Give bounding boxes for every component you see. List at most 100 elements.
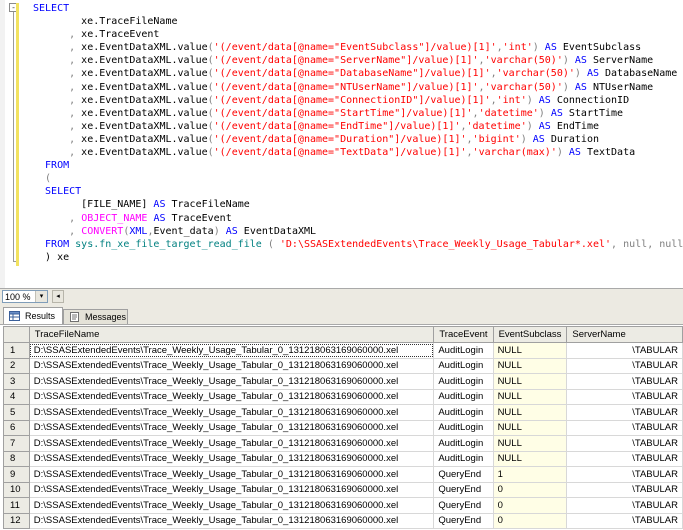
code-token: CONVERT <box>81 225 124 237</box>
cell-tracefilename[interactable]: D:\SSASExtendedEvents\Trace_Weekly_Usage… <box>28 481 435 498</box>
code-token: 'D:\SSASExtendedEvents\Trace_Weekly_Usag… <box>279 238 612 250</box>
tab-messages[interactable]: Messages <box>63 309 128 324</box>
column-header-eventsubclass[interactable]: EventSubclass <box>492 326 568 343</box>
code-line: , xe.EventDataXML.value('(/event/data[@n… <box>33 108 623 119</box>
code-token: xe.EventDataXML.value <box>75 68 208 80</box>
cell-tracefilename[interactable]: D:\SSASExtendedEvents\Trace_Weekly_Usage… <box>28 373 435 390</box>
row-number[interactable]: 7 <box>3 435 30 452</box>
cell-tracefilename[interactable]: D:\SSASExtendedEvents\Trace_Weekly_Usage… <box>28 388 435 405</box>
cell-servername[interactable]: \TABULAR <box>566 373 683 390</box>
query-editor[interactable]: - SELECT xe.TraceFileName , xe.TraceEven… <box>0 0 683 288</box>
row-number[interactable]: 2 <box>3 357 30 374</box>
cell-servername[interactable]: \TABULAR <box>566 419 683 436</box>
row-number[interactable]: 1 <box>3 342 30 359</box>
code-token: xe.EventDataXML.value <box>75 55 208 67</box>
cell-tracefilename[interactable]: D:\SSASExtendedEvents\Trace_Weekly_Usage… <box>28 512 435 529</box>
cell-servername[interactable]: \TABULAR <box>566 512 683 529</box>
column-header-servername[interactable]: ServerName <box>566 326 683 343</box>
cell-traceevent[interactable]: QueryEnd <box>433 481 494 498</box>
cell-traceevent[interactable]: AuditLogin <box>433 373 494 390</box>
code-token: ) <box>213 225 226 237</box>
cell-traceevent[interactable]: AuditLogin <box>433 450 494 467</box>
cell-tracefilename[interactable]: D:\SSASExtendedEvents\Trace_Weekly_Usage… <box>28 435 435 452</box>
code-token: ) <box>574 68 587 80</box>
cell-tracefilename[interactable]: D:\SSASExtendedEvents\Trace_Weekly_Usage… <box>28 450 435 467</box>
cell-eventsubclass[interactable]: 0 <box>492 512 568 529</box>
zoom-dropdown[interactable]: 100 % ▾ <box>2 290 48 303</box>
cell-servername[interactable]: \TABULAR <box>566 342 683 359</box>
table-row[interactable]: 7 D:\SSASExtendedEvents\Trace_Weekly_Usag… <box>3 435 683 452</box>
cell-servername[interactable]: \TABULAR <box>566 357 683 374</box>
cell-servername[interactable]: \TABULAR <box>566 435 683 452</box>
row-number[interactable]: 11 <box>3 497 30 514</box>
row-number[interactable]: 6 <box>3 419 30 436</box>
scroll-left-arrow-icon[interactable]: ◂ <box>52 290 64 303</box>
cell-eventsubclass[interactable]: NULL <box>492 373 568 390</box>
results-grid[interactable]: TraceFileName TraceEvent EventSubclass S… <box>3 326 683 530</box>
code-token: SELECT <box>33 186 82 198</box>
code-line: , OBJECT_NAME AS TraceEvent <box>33 213 232 224</box>
table-row[interactable]: 11 D:\SSASExtendedEvents\Trace_Weekly_Usa… <box>3 497 683 514</box>
cell-tracefilename[interactable]: D:\SSASExtendedEvents\Trace_Weekly_Usage… <box>28 342 435 359</box>
code-token: ) <box>520 133 533 145</box>
tab-results[interactable]: Results <box>3 307 63 324</box>
cell-traceevent[interactable]: AuditLogin <box>433 404 494 421</box>
code-line: FROM <box>33 160 69 171</box>
row-number[interactable]: 8 <box>3 450 30 467</box>
cell-servername[interactable]: \TABULAR <box>566 481 683 498</box>
cell-eventsubclass[interactable]: NULL <box>492 450 568 467</box>
code-token: FROM <box>33 160 70 172</box>
cell-servername[interactable]: \TABULAR <box>566 404 683 421</box>
table-row[interactable]: 3 D:\SSASExtendedEvents\Trace_Weekly_Usag… <box>3 373 683 390</box>
row-number[interactable]: 4 <box>3 388 30 405</box>
table-row[interactable]: 5 D:\SSASExtendedEvents\Trace_Weekly_Usag… <box>3 404 683 421</box>
cell-tracefilename[interactable]: D:\SSASExtendedEvents\Trace_Weekly_Usage… <box>28 466 435 483</box>
row-number[interactable]: 3 <box>3 373 30 390</box>
cell-eventsubclass[interactable]: NULL <box>492 435 568 452</box>
table-row[interactable]: 9 D:\SSASExtendedEvents\Trace_Weekly_Usag… <box>3 466 683 483</box>
code-line: SELECT <box>33 186 81 197</box>
cell-tracefilename[interactable]: D:\SSASExtendedEvents\Trace_Weekly_Usage… <box>28 404 435 421</box>
table-row[interactable]: 1 D:\SSASExtendedEvents\Trace_Weekly_Usag… <box>3 342 683 359</box>
cell-tracefilename[interactable]: D:\SSASExtendedEvents\Trace_Weekly_Usage… <box>28 497 435 514</box>
cell-traceevent[interactable]: AuditLogin <box>433 435 494 452</box>
cell-servername[interactable]: \TABULAR <box>566 388 683 405</box>
corner-cell[interactable] <box>3 326 30 343</box>
column-header-traceevent[interactable]: TraceEvent <box>433 326 494 343</box>
cell-eventsubclass[interactable]: 0 <box>492 481 568 498</box>
cell-eventsubclass[interactable]: NULL <box>492 342 568 359</box>
code-token: AS <box>574 81 587 93</box>
cell-traceevent[interactable]: AuditLogin <box>433 342 494 359</box>
cell-eventsubclass[interactable]: 0 <box>492 497 568 514</box>
table-row[interactable]: 10 D:\SSASExtendedEvents\Trace_Weekly_Usa… <box>3 481 683 498</box>
cell-traceevent[interactable]: AuditLogin <box>433 388 494 405</box>
cell-eventsubclass[interactable]: NULL <box>492 404 568 421</box>
cell-tracefilename[interactable]: D:\SSASExtendedEvents\Trace_Weekly_Usage… <box>28 357 435 374</box>
cell-traceevent[interactable]: QueryEnd <box>433 497 494 514</box>
sql-code[interactable]: SELECT xe.TraceFileName , xe.TraceEvent … <box>33 2 683 264</box>
code-token: null <box>623 238 648 250</box>
cell-traceevent[interactable]: AuditLogin <box>433 419 494 436</box>
cell-eventsubclass[interactable]: NULL <box>492 388 568 405</box>
table-row[interactable]: 2 D:\SSASExtendedEvents\Trace_Weekly_Usag… <box>3 357 683 374</box>
table-row[interactable]: 8 D:\SSASExtendedEvents\Trace_Weekly_Usag… <box>3 450 683 467</box>
row-number[interactable]: 10 <box>3 481 30 498</box>
row-number[interactable]: 9 <box>3 466 30 483</box>
table-row[interactable]: 4 D:\SSASExtendedEvents\Trace_Weekly_Usag… <box>3 388 683 405</box>
cell-servername[interactable]: \TABULAR <box>566 497 683 514</box>
cell-traceevent[interactable]: QueryEnd <box>433 466 494 483</box>
table-row[interactable]: 6 D:\SSASExtendedEvents\Trace_Weekly_Usag… <box>3 419 683 436</box>
cell-traceevent[interactable]: QueryEnd <box>433 512 494 529</box>
cell-tracefilename[interactable]: D:\SSASExtendedEvents\Trace_Weekly_Usage… <box>28 419 435 436</box>
cell-eventsubclass[interactable]: NULL <box>492 357 568 374</box>
column-header-tracefilename[interactable]: TraceFileName <box>28 326 435 343</box>
chevron-down-icon[interactable]: ▾ <box>35 291 47 302</box>
cell-servername[interactable]: \TABULAR <box>566 466 683 483</box>
cell-eventsubclass[interactable]: 1 <box>492 466 568 483</box>
cell-servername[interactable]: \TABULAR <box>566 450 683 467</box>
row-number[interactable]: 5 <box>3 404 30 421</box>
table-row[interactable]: 12 D:\SSASExtendedEvents\Trace_Weekly_Usa… <box>3 512 683 529</box>
cell-eventsubclass[interactable]: NULL <box>492 419 568 436</box>
row-number[interactable]: 12 <box>3 512 30 529</box>
cell-traceevent[interactable]: AuditLogin <box>433 357 494 374</box>
